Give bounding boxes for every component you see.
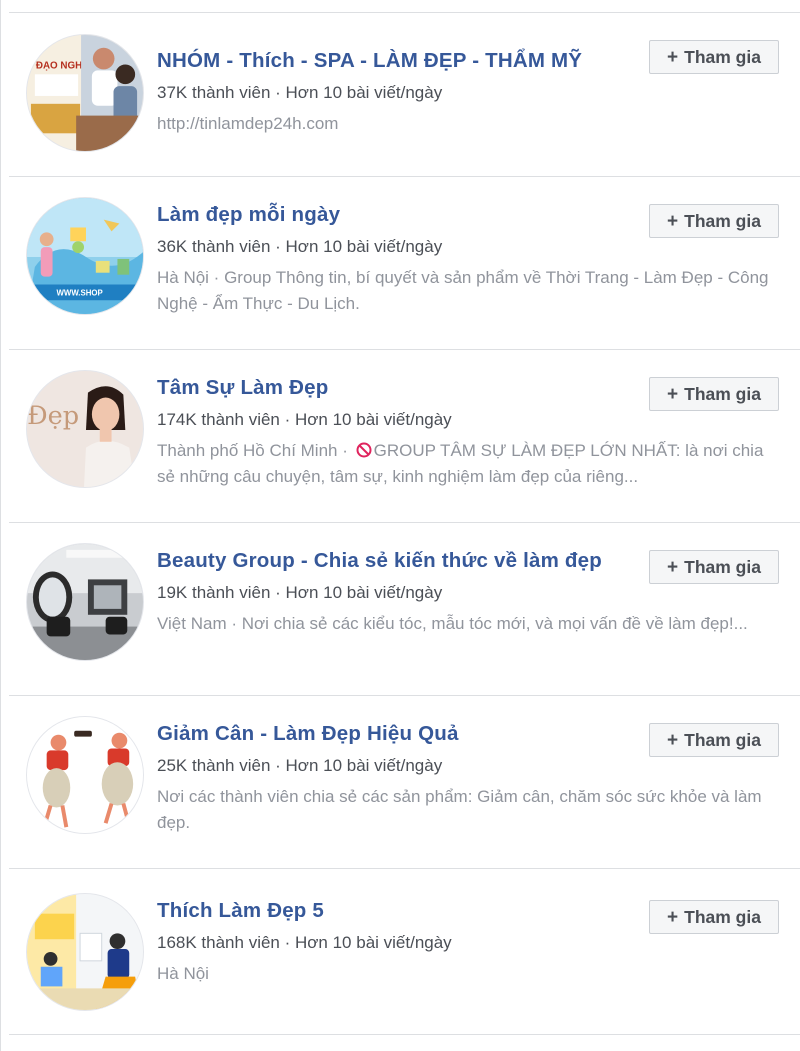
group-description: Hà Nội · Group Thông tin, bí quyết và sả…: [157, 268, 769, 313]
plus-icon: +: [667, 47, 679, 68]
join-group-button[interactable]: + Tham gia: [649, 550, 779, 584]
group-description: Nơi các thành viên chia sẻ các sản phẩm:…: [157, 787, 762, 832]
plus-icon: +: [667, 557, 679, 578]
plus-icon: +: [667, 907, 679, 928]
group-info: Thích Làm Đẹp 5 168K thành viên · Hơn 10…: [157, 897, 630, 987]
group-info: NHÓM - Thích - SPA - LÀM ĐẸP - THẨM MỸ 3…: [157, 47, 630, 137]
join-group-button[interactable]: + Tham gia: [649, 40, 779, 74]
group-name-link[interactable]: Thích Làm Đẹp 5: [157, 897, 630, 925]
group-row: Giảm Cân - Làm Đẹp Hiệu Quả 25K thành vi…: [9, 696, 800, 869]
salon-interior-photo-icon: [27, 544, 143, 660]
group-meta: 168K thành viên · Hơn 10 bài viết/ngày: [157, 931, 630, 955]
woman-portrait-photo-icon: Đẹp: [27, 371, 143, 487]
svg-text:WWW.SHOP: WWW.SHOP: [56, 288, 102, 297]
group-name-link[interactable]: Tâm Sự Làm Đẹp: [157, 374, 630, 402]
post-frequency: Hơn 10 bài viết/ngày: [285, 583, 443, 602]
post-frequency: Hơn 10 bài viết/ngày: [285, 237, 443, 256]
group-meta: 25K thành viên · Hơn 10 bài viết/ngày: [157, 754, 630, 778]
meta-separator: ·: [279, 933, 295, 952]
member-count: 36K thành viên: [157, 237, 271, 256]
group-name-link[interactable]: Làm đẹp mỗi ngày: [157, 201, 630, 229]
beauty-banner-photo-icon: WWW.SHOP: [27, 198, 143, 314]
group-row: Thích Làm Đẹp 5 168K thành viên · Hơn 10…: [9, 869, 800, 1035]
join-label: Tham gia: [684, 730, 761, 750]
post-frequency: Hơn 10 bài viết/ngày: [295, 933, 452, 952]
meta-separator: ·: [270, 83, 286, 102]
join-group-button[interactable]: + Tham gia: [649, 723, 779, 757]
member-count: 19K thành viên: [157, 583, 271, 602]
groups-search-results: ĐẠO NGHỀ NHÓM - Thích - SPA - LÀM ĐẸP - …: [0, 0, 800, 1051]
plus-icon: +: [667, 730, 679, 751]
member-count: 25K thành viên: [157, 756, 271, 775]
join-label: Tham gia: [684, 211, 761, 231]
join-group-button[interactable]: + Tham gia: [649, 900, 779, 934]
group-avatar[interactable]: [26, 893, 144, 1011]
member-count: 174K thành viên: [157, 410, 280, 429]
post-frequency: Hơn 10 bài viết/ngày: [295, 410, 452, 429]
group-row: WWW.SHOP Làm đẹp mỗi ngày 36K thành viên…: [9, 177, 800, 350]
meta-separator: ·: [270, 237, 286, 256]
spa-group-photo-icon: ĐẠO NGHỀ: [27, 35, 143, 151]
group-list: ĐẠO NGHỀ NHÓM - Thích - SPA - LÀM ĐẸP - …: [9, 13, 800, 1035]
dancing-women-illustration-icon: [27, 717, 143, 833]
member-count: 168K thành viên: [157, 933, 280, 952]
join-group-button[interactable]: + Tham gia: [649, 204, 779, 238]
group-avatar[interactable]: [26, 716, 144, 834]
plus-icon: +: [667, 384, 679, 405]
svg-text:Đẹp: Đẹp: [27, 401, 79, 431]
post-frequency: Hơn 10 bài viết/ngày: [285, 756, 443, 775]
plus-icon: +: [667, 211, 679, 232]
join-label: Tham gia: [684, 47, 761, 67]
group-info: Beauty Group - Chia sẻ kiến thức về làm …: [157, 547, 748, 637]
group-name-link[interactable]: NHÓM - Thích - SPA - LÀM ĐẸP - THẨM MỸ: [157, 47, 630, 75]
group-info: Làm đẹp mỗi ngày 36K thành viên · Hơn 10…: [157, 201, 769, 317]
member-count: 37K thành viên: [157, 83, 271, 102]
group-description: Thành phố Hồ Chí Minh · GROUP TÂM SỰ LÀM…: [157, 438, 777, 490]
group-info: Giảm Cân - Làm Đẹp Hiệu Quả 25K thành vi…: [157, 720, 762, 836]
post-frequency: Hơn 10 bài viết/ngày: [285, 83, 443, 102]
group-meta: 174K thành viên · Hơn 10 bài viết/ngày: [157, 408, 630, 432]
join-label: Tham gia: [684, 907, 761, 927]
salon-illustration-icon: [27, 894, 143, 1010]
group-meta: 36K thành viên · Hơn 10 bài viết/ngày: [157, 235, 630, 259]
join-label: Tham gia: [684, 384, 761, 404]
join-label: Tham gia: [684, 557, 761, 577]
no-entry-icon: [356, 442, 372, 458]
group-description: Việt Nam · Nơi chia sẻ các kiểu tóc, mẫu…: [157, 614, 748, 633]
group-avatar[interactable]: ĐẠO NGHỀ: [26, 34, 144, 152]
group-avatar[interactable]: WWW.SHOP: [26, 197, 144, 315]
group-name-link[interactable]: Beauty Group - Chia sẻ kiến thức về làm …: [157, 547, 630, 575]
group-avatar[interactable]: Đẹp: [26, 370, 144, 488]
group-info: Tâm Sự Làm Đẹp 174K thành viên · Hơn 10 …: [157, 374, 763, 490]
group-row: Đẹp Tâm Sự Làm Đẹp 174K thành viên · Hơn…: [9, 350, 800, 523]
meta-separator: ·: [279, 410, 295, 429]
group-name-link[interactable]: Giảm Cân - Làm Đẹp Hiệu Quả: [157, 720, 630, 748]
group-description: http://tinlamdep24h.com: [157, 114, 339, 133]
group-meta: 37K thành viên · Hơn 10 bài viết/ngày: [157, 81, 630, 105]
join-group-button[interactable]: + Tham gia: [649, 377, 779, 411]
group-row: ĐẠO NGHỀ NHÓM - Thích - SPA - LÀM ĐẸP - …: [9, 13, 800, 177]
group-meta: 19K thành viên · Hơn 10 bài viết/ngày: [157, 581, 630, 605]
group-avatar[interactable]: [26, 543, 144, 661]
description-location: Thành phố Hồ Chí Minh ·: [157, 441, 353, 460]
meta-separator: ·: [270, 756, 286, 775]
group-row: Beauty Group - Chia sẻ kiến thức về làm …: [9, 523, 800, 696]
meta-separator: ·: [270, 583, 286, 602]
group-description: Hà Nội: [157, 964, 209, 983]
